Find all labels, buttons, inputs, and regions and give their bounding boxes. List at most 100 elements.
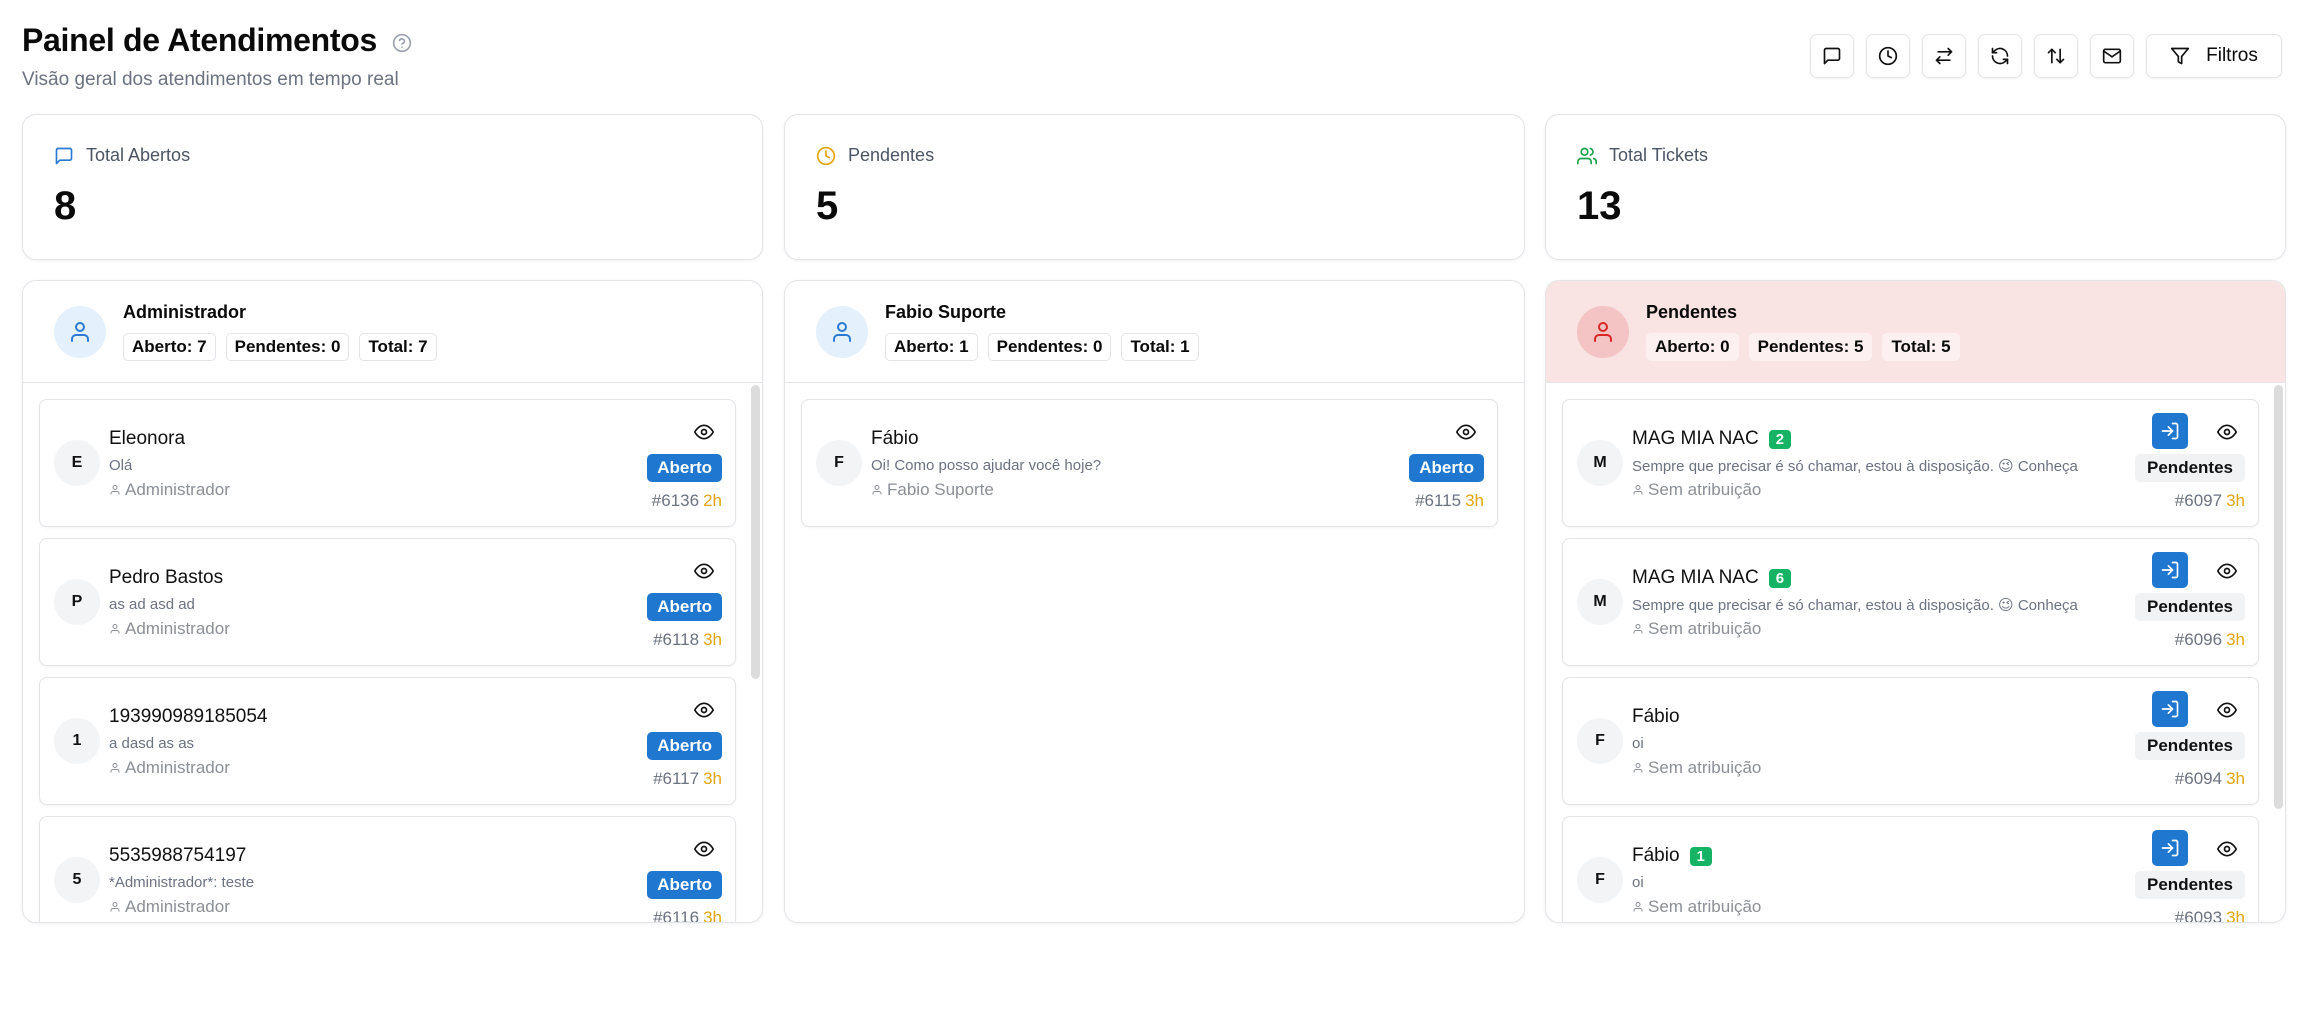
ticket-card[interactable]: F Fábio 1 oi Sem atribuição Pendentes #60… [1562, 816, 2259, 922]
chip-open: Aberto: 0 [1646, 333, 1739, 361]
accept-ticket-button[interactable] [2152, 552, 2188, 588]
user-icon [110, 902, 120, 912]
avatar: M [1577, 440, 1623, 486]
contact-name: MAG MIA NAC [1632, 567, 1759, 588]
ticket-id: #6118 [653, 630, 700, 649]
last-message: *Administrador*: teste [109, 874, 255, 891]
mail-icon [2102, 48, 2122, 64]
chip-total: Total: 1 [1121, 333, 1199, 361]
column-title: Pendentes [1646, 302, 1738, 322]
page-header: Painel de Atendimentos Visão geral dos a… [22, 22, 413, 91]
arrows-left-right-icon [1935, 47, 1953, 65]
column-header: Pendentes Aberto: 0 Pendentes: 5 Total: … [1546, 281, 2285, 383]
log-in-icon [2161, 839, 2179, 857]
ticket-owner: Sem atribuição [1632, 480, 1761, 500]
page-subtitle: Visão geral dos atendimentos em tempo re… [22, 69, 399, 90]
transfer-button[interactable] [1922, 34, 1966, 78]
user-icon [1633, 485, 1643, 495]
contact-name: Fábio [1632, 845, 1680, 866]
eye-icon[interactable] [693, 421, 715, 443]
owner-name: Sem atribuição [1648, 758, 1762, 777]
ticket-id: #6115 [1415, 491, 1462, 510]
status-badge: Aberto [1409, 454, 1484, 482]
status-badge: Aberto [647, 593, 722, 621]
accept-ticket-button[interactable] [2152, 413, 2188, 449]
ticket-list[interactable]: M MAG MIA NAC 2 Sempre que precisar é só … [1546, 383, 2285, 922]
column-title: Administrador [123, 302, 247, 322]
ticket-card[interactable]: F Fábio oi Sem atribuição Pendentes #609… [1562, 677, 2259, 805]
scrollbar[interactable] [2274, 385, 2283, 809]
avatar: E [54, 440, 100, 486]
ticket-id: #6136 [651, 491, 700, 510]
avatar [1577, 305, 1629, 358]
log-in-icon [2161, 561, 2179, 579]
chip-total: Total: 7 [359, 333, 437, 361]
chip-open: Aberto: 1 [885, 333, 978, 361]
filters-button[interactable]: Filtros [2146, 34, 2282, 78]
ticket-card[interactable]: M MAG MIA NAC 2 Sempre que precisar é só … [1562, 399, 2259, 527]
owner-name: Administrador [125, 758, 230, 777]
contact-name: Eleonora [109, 428, 186, 449]
column-header: Administrador Aberto: 7 Pendentes: 0 Tot… [23, 281, 762, 383]
ticket-owner: Administrador [109, 619, 230, 639]
eye-icon[interactable] [2216, 838, 2238, 860]
ticket-card[interactable]: 1 193990989185054 a dasd as as Administr… [39, 677, 736, 805]
ticket-card[interactable]: M MAG MIA NAC 6 Sempre que precisar é só … [1562, 538, 2259, 666]
contact-name: Fábio [1632, 706, 1680, 727]
ticket-id: #6093 [2174, 908, 2223, 922]
last-message: Oi! Como posso ajudar você hoje? [871, 457, 1102, 474]
contact-name: MAG MIA NAC [1632, 428, 1759, 449]
ticket-card[interactable]: E Eleonora Olá Administrador Aberto #613… [39, 399, 736, 527]
owner-name: Sem atribuição [1648, 897, 1762, 916]
eye-icon[interactable] [1455, 421, 1477, 443]
pending-view-button[interactable] [1866, 34, 1910, 78]
status-badge: Aberto [647, 732, 722, 760]
eye-icon[interactable] [693, 838, 715, 860]
accept-ticket-button[interactable] [2152, 691, 2188, 727]
ticket-owner: Sem atribuição [1632, 758, 1761, 778]
eye-icon[interactable] [693, 699, 715, 721]
user-icon [1633, 624, 1643, 634]
ticket-age: 3h [2226, 769, 2245, 788]
page-title: Painel de Atendimentos [22, 22, 377, 58]
eye-icon[interactable] [693, 560, 715, 582]
avatar [816, 305, 868, 358]
owner-name: Sem atribuição [1648, 480, 1762, 499]
user-icon [110, 485, 120, 495]
arrows-up-down-icon [2047, 48, 2065, 64]
ticket-list[interactable]: E Eleonora Olá Administrador Aberto #613… [23, 383, 762, 922]
avatar: 1 [54, 718, 100, 764]
sort-button[interactable] [2034, 34, 2078, 78]
help-circle-icon[interactable] [391, 32, 413, 54]
refresh-button[interactable] [1978, 34, 2022, 78]
filters-label: Filtros [2206, 45, 2258, 66]
ticket-list[interactable]: F Fábio Oi! Como posso ajudar você hoje?… [785, 383, 1524, 922]
ticket-card[interactable]: P Pedro Bastos as ad asd ad Administrado… [39, 538, 736, 666]
unread-count-badge: 1 [1689, 846, 1712, 866]
user-icon [1594, 321, 1612, 342]
user-icon [110, 763, 120, 773]
ticket-age: 3h [703, 769, 722, 788]
ticket-id: #6094 [2174, 769, 2223, 788]
mail-button[interactable] [2090, 34, 2134, 78]
eye-icon[interactable] [2216, 560, 2238, 582]
avatar: F [1577, 718, 1623, 764]
ticket-card[interactable]: 5 5535988754197 *Administrador*: teste A… [39, 816, 736, 922]
stat-card-total-open: Total Abertos 8 [22, 114, 763, 260]
ticket-card[interactable]: F Fábio Oi! Como posso ajudar você hoje?… [801, 399, 1498, 527]
scrollbar[interactable] [751, 385, 760, 679]
avatar: 5 [54, 857, 100, 903]
unread-count-badge: 6 [1768, 568, 1792, 588]
user-icon [1633, 763, 1643, 773]
avatar: P [54, 579, 100, 625]
avatar: F [816, 440, 862, 486]
user-icon [833, 321, 851, 342]
chat-view-button[interactable] [1810, 34, 1854, 78]
eye-icon[interactable] [2216, 699, 2238, 721]
agent-column-fabio-suporte: Fabio Suporte Aberto: 1 Pendentes: 0 Tot… [784, 280, 1525, 923]
accept-ticket-button[interactable] [2152, 830, 2188, 866]
eye-icon[interactable] [2216, 421, 2238, 443]
ticket-age: 3h [1465, 491, 1484, 510]
ticket-owner: Administrador [109, 480, 230, 500]
chip-pending: Pendentes: 0 [225, 333, 350, 361]
